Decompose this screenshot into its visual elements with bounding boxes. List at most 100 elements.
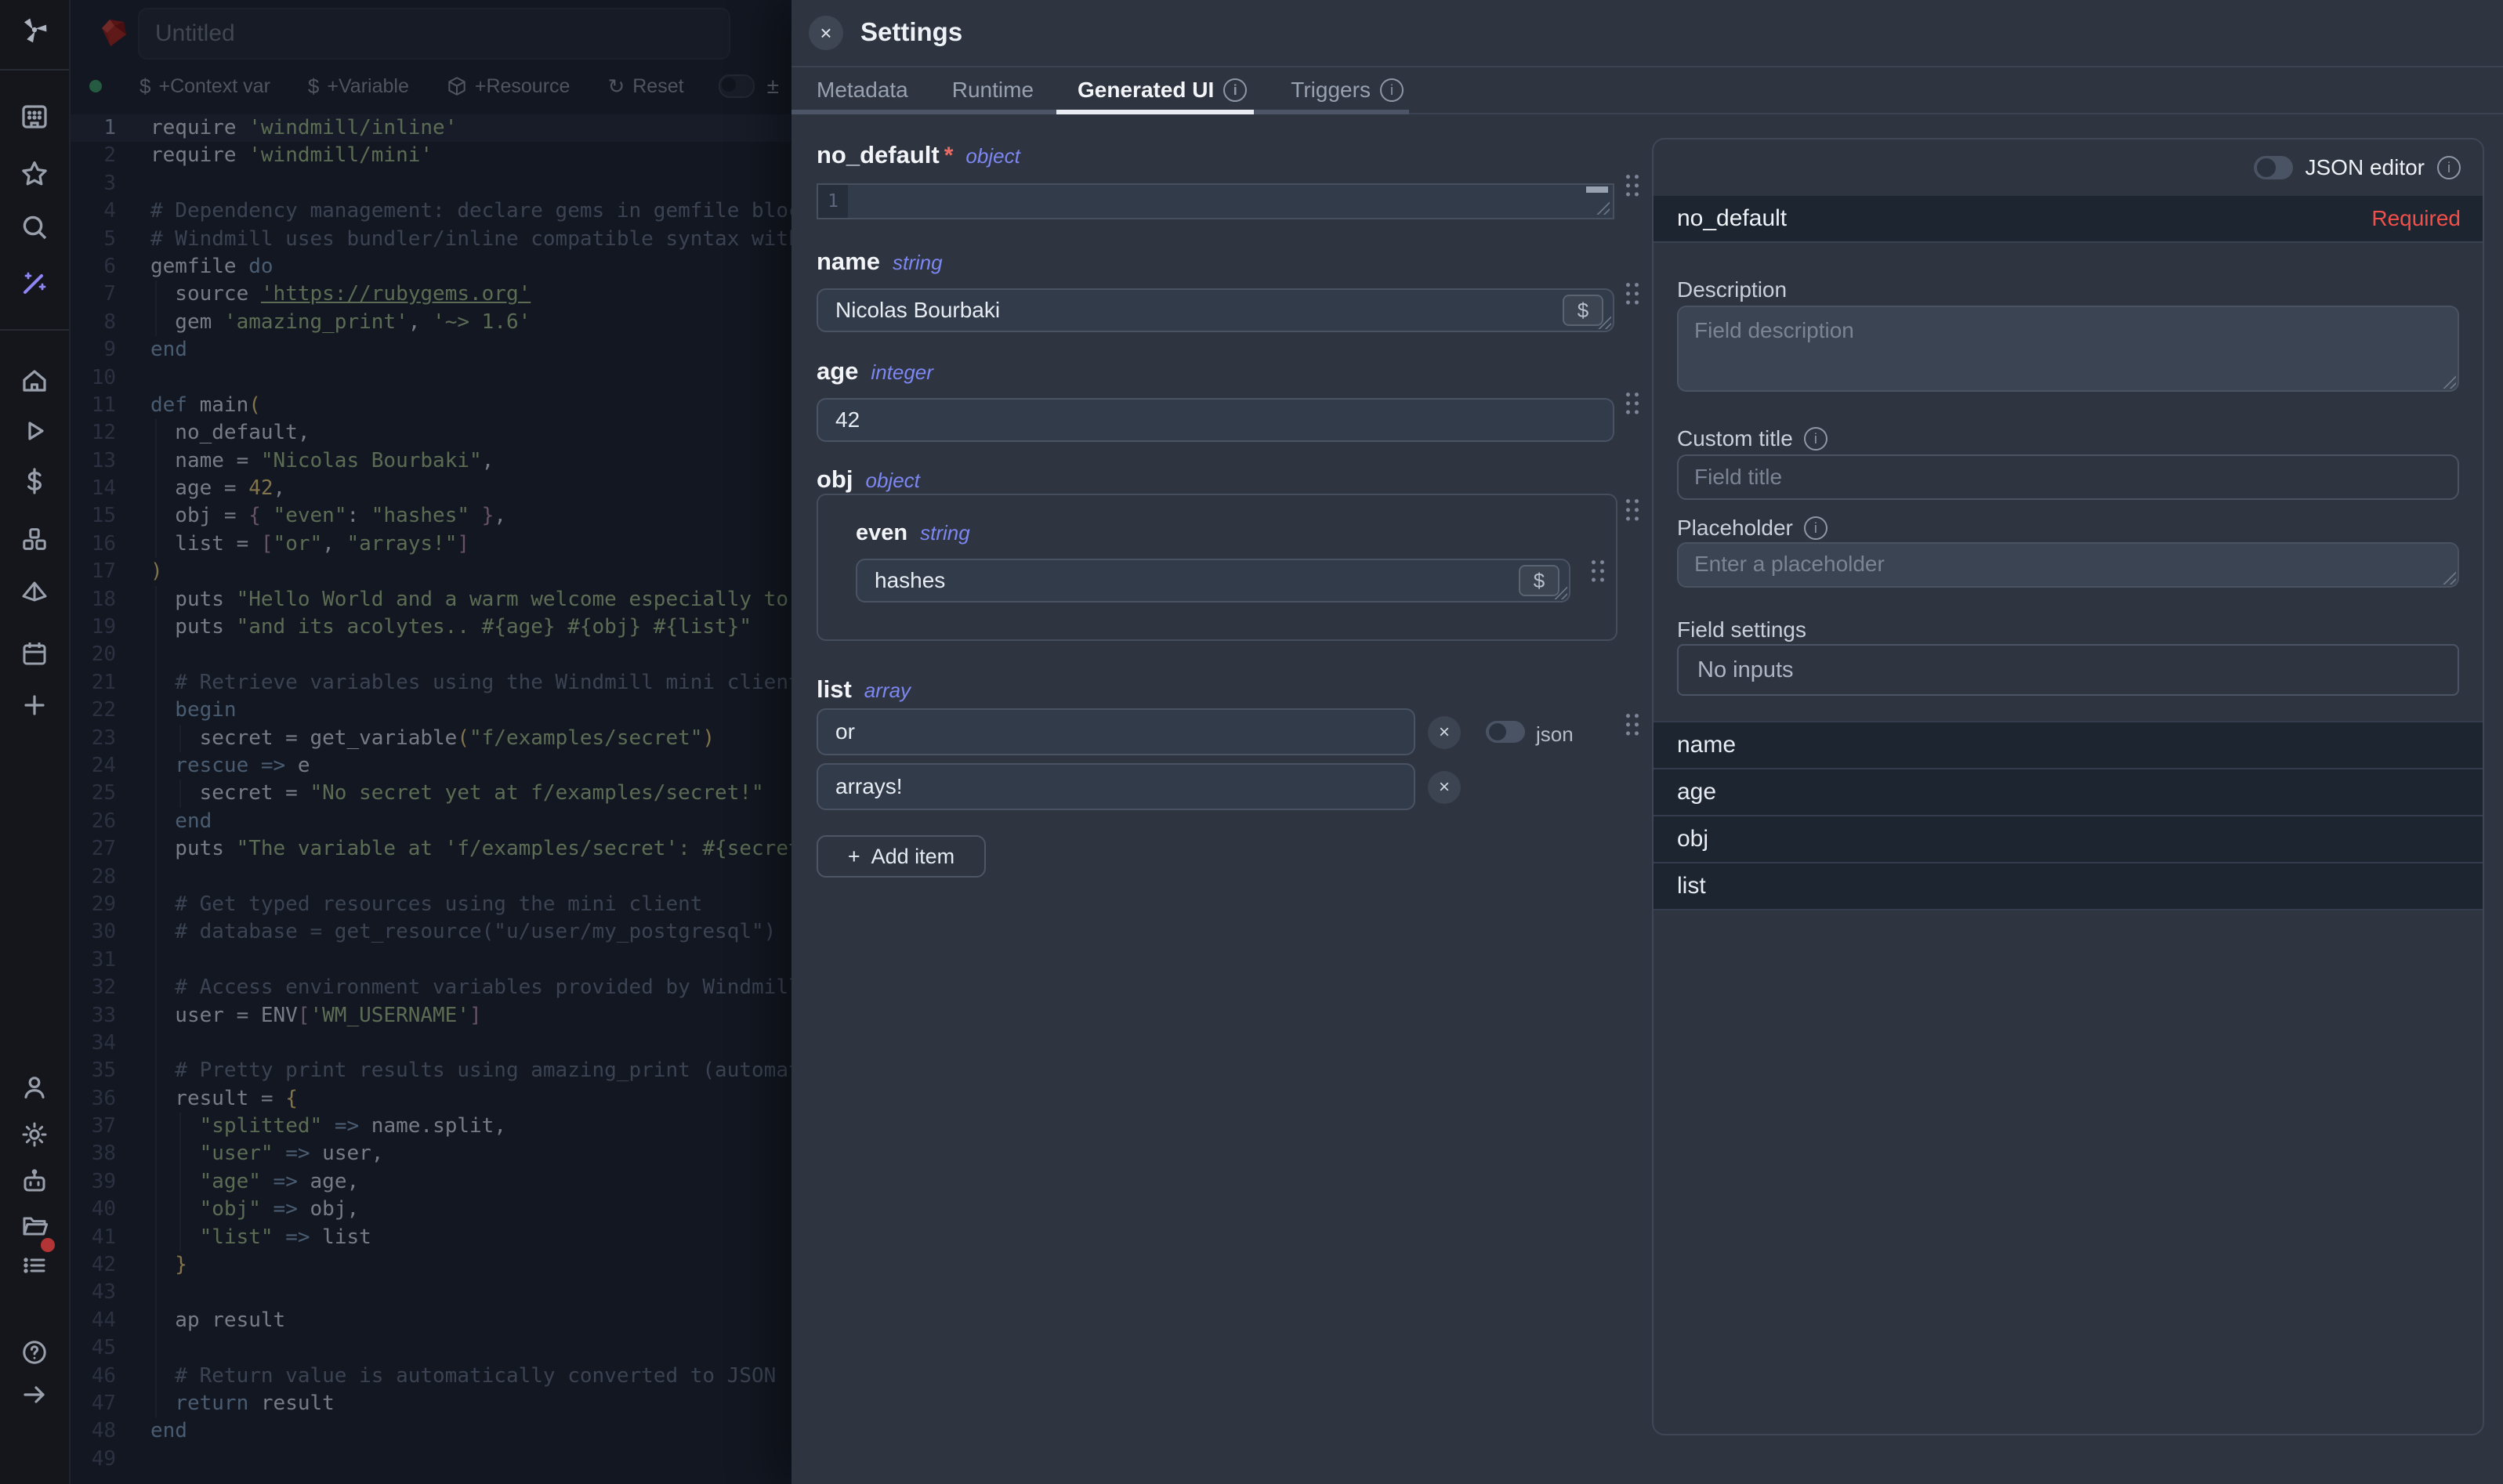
code-editor[interactable]: 1require 'windmill/inline'2require 'wind…	[69, 107, 791, 1484]
code-line: 22 begin	[69, 697, 791, 724]
drag-handle[interactable]	[1624, 711, 1641, 738]
folders-icon[interactable]	[19, 1210, 50, 1241]
json-toggle-label: json	[1536, 722, 1574, 747]
json-editor-toggle[interactable]	[2254, 156, 2293, 179]
code-line: 30 # database = get_resource("u/user/my_…	[69, 918, 791, 946]
settings-gear-icon[interactable]	[19, 1119, 50, 1150]
code-line: 31	[69, 947, 791, 974]
favorites-star-icon[interactable]	[19, 158, 50, 190]
name-value-input[interactable]	[817, 288, 1614, 332]
runs-play-icon[interactable]	[19, 415, 50, 447]
code-line: 43	[69, 1279, 791, 1306]
description-textarea[interactable]	[1677, 306, 2459, 392]
sidebar-divider	[0, 69, 69, 71]
code-line: 2require 'windmill/mini'	[69, 142, 791, 169]
list-item-input[interactable]	[817, 763, 1415, 810]
code-line: 48end	[69, 1417, 791, 1445]
code-line: 38 "user" => user,	[69, 1140, 791, 1167]
field-label: even	[856, 520, 907, 546]
search-icon[interactable]	[19, 212, 50, 243]
dollar-insert-button[interactable]: $	[1563, 295, 1603, 326]
schedules-calendar-icon[interactable]	[19, 638, 50, 669]
prism-icon[interactable]	[19, 575, 50, 606]
collapse-arrow-icon[interactable]	[19, 1379, 50, 1410]
selected-field-row[interactable]: no_default Required	[1654, 196, 2483, 243]
create-plus-icon[interactable]	[19, 690, 50, 721]
drag-handle[interactable]	[1624, 172, 1641, 199]
variables-dollar-icon[interactable]	[19, 465, 50, 497]
settings-modal: × Settings Metadata Runtime Generated UI…	[791, 0, 2503, 1484]
placeholder-label: Placeholder	[1677, 516, 1827, 541]
add-resource-button[interactable]: +Resource	[447, 75, 571, 98]
required-asterisk: *	[944, 143, 954, 169]
field-type: array	[864, 679, 911, 703]
modal-tabbar: Metadata Runtime Generated UI Triggers	[791, 67, 2503, 114]
panel-field-row[interactable]: age	[1654, 769, 2483, 816]
tab-generated-ui[interactable]: Generated UI	[1078, 78, 1247, 103]
workers-bot-icon[interactable]	[19, 1166, 50, 1197]
code-line: 20	[69, 641, 791, 668]
code-line: 17)	[69, 558, 791, 585]
add-variable-button[interactable]: $+Variable	[308, 74, 409, 99]
add-context-var-button[interactable]: $+Context var	[139, 74, 270, 99]
user-icon[interactable]	[19, 1072, 50, 1103]
tab-metadata[interactable]: Metadata	[817, 78, 908, 103]
list-item-input[interactable]	[817, 708, 1415, 755]
info-icon	[1804, 427, 1827, 451]
resize-handle-icon[interactable]	[1596, 201, 1610, 215]
no-default-json-editor[interactable]: 1	[817, 183, 1614, 219]
help-icon[interactable]	[19, 1337, 50, 1368]
dollar-insert-button[interactable]: $	[1519, 565, 1559, 596]
json-mode-toggle[interactable]	[1486, 721, 1525, 743]
drag-handle[interactable]	[1589, 558, 1606, 585]
code-line: 10	[69, 364, 791, 392]
code-line: 5# Windmill uses bundler/inline compatib…	[69, 226, 791, 253]
add-item-button[interactable]: + Add item	[817, 835, 986, 878]
code-line: 21 # Retrieve variables using the Windmi…	[69, 669, 791, 697]
reset-button[interactable]: ↻Reset	[607, 74, 683, 99]
field-label: age	[817, 357, 858, 385]
script-topbar	[69, 0, 791, 66]
close-icon[interactable]: ×	[809, 16, 843, 50]
placeholder-textarea[interactable]	[1677, 542, 2459, 588]
field-list: list array	[817, 675, 1614, 704]
tab-triggers[interactable]: Triggers	[1291, 78, 1404, 103]
field-type: string	[920, 521, 970, 545]
panel-field-row[interactable]: obj	[1654, 816, 2483, 863]
script-name-input[interactable]	[138, 8, 730, 60]
logs-alert-badge	[41, 1238, 55, 1252]
code-line: 8 gem 'amazing_print', '~> 1.6'	[69, 309, 791, 336]
apps-icon[interactable]	[19, 100, 50, 132]
even-value-input[interactable]	[856, 559, 1570, 603]
remove-item-icon[interactable]: ×	[1428, 716, 1461, 749]
field-even: even string $	[856, 520, 1570, 603]
sidebar	[0, 0, 71, 1484]
code-line: 37 "splitted" => name.split,	[69, 1113, 791, 1140]
field-type: object	[866, 469, 920, 493]
code-line: 15 obj = { "even": "hashes" },	[69, 502, 791, 530]
drag-handle[interactable]	[1624, 390, 1641, 417]
field-name: name string $	[817, 248, 1614, 332]
remove-item-icon[interactable]: ×	[1428, 771, 1461, 804]
editor-minimap-slider[interactable]	[1586, 186, 1608, 193]
home-icon[interactable]	[19, 365, 50, 396]
custom-title-input[interactable]	[1677, 454, 2459, 500]
code-line: 44 ap result	[69, 1307, 791, 1334]
diff-toggle[interactable]	[719, 74, 755, 98]
windmill-logo-icon[interactable]	[19, 14, 50, 45]
panel-field-row[interactable]: list	[1654, 863, 2483, 910]
code-line: 24 rescue => e	[69, 752, 791, 780]
age-value-input[interactable]	[817, 398, 1614, 442]
drag-handle[interactable]	[1624, 281, 1641, 307]
sidebar-divider	[0, 329, 69, 331]
panel-field-row[interactable]: name	[1654, 722, 2483, 769]
resources-boxes-icon[interactable]	[19, 523, 50, 555]
drag-handle[interactable]	[1624, 497, 1641, 523]
tab-runtime[interactable]: Runtime	[952, 78, 1034, 103]
audit-logs-icon[interactable]	[19, 1249, 50, 1280]
code-line: 40 "obj" => obj,	[69, 1196, 791, 1223]
ai-wand-icon[interactable]	[19, 266, 50, 298]
field-label: list	[817, 675, 852, 704]
code-line: 18 puts "Hello World and a warm welcome …	[69, 586, 791, 614]
code-line: 34	[69, 1030, 791, 1057]
